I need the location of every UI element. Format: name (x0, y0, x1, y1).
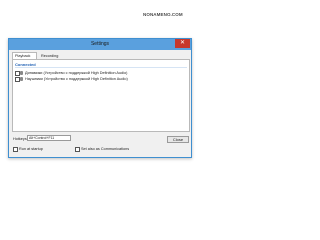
settings-window: Settings ✕ Playback Recording Connected … (8, 38, 192, 158)
tab-recording[interactable]: Recording (38, 52, 60, 59)
watermark-text: NONAMENO.COM (143, 12, 183, 17)
set-communications-label: Set also as Communications (81, 146, 130, 151)
window-close-button[interactable]: ✕ (175, 39, 190, 48)
close-icon: ✕ (179, 40, 186, 46)
device-label: Динамики (Устройство с поддержкой High D… (25, 70, 128, 75)
headphones-icon (20, 77, 23, 81)
window-title: Settings (90, 41, 110, 47)
run-at-startup-checkbox[interactable] (13, 147, 18, 152)
hotkeys-label: Hotkeys (13, 137, 27, 141)
set-communications-checkbox[interactable] (75, 147, 80, 152)
device-label: Наушники (Устройство с поддержкой High D… (25, 76, 128, 81)
tab-playback[interactable]: Playback (12, 52, 37, 59)
title-bar: Settings ✕ (9, 39, 191, 50)
group-divider (15, 67, 187, 68)
close-button[interactable]: Close (167, 136, 189, 143)
run-at-startup-label: Run at startup (19, 146, 43, 151)
device-list-panel: Connected Динамики (Устройство с поддерж… (12, 59, 190, 132)
hotkey-input[interactable]: Alt+Control+F11 (27, 135, 71, 141)
speaker-icon (20, 71, 23, 75)
